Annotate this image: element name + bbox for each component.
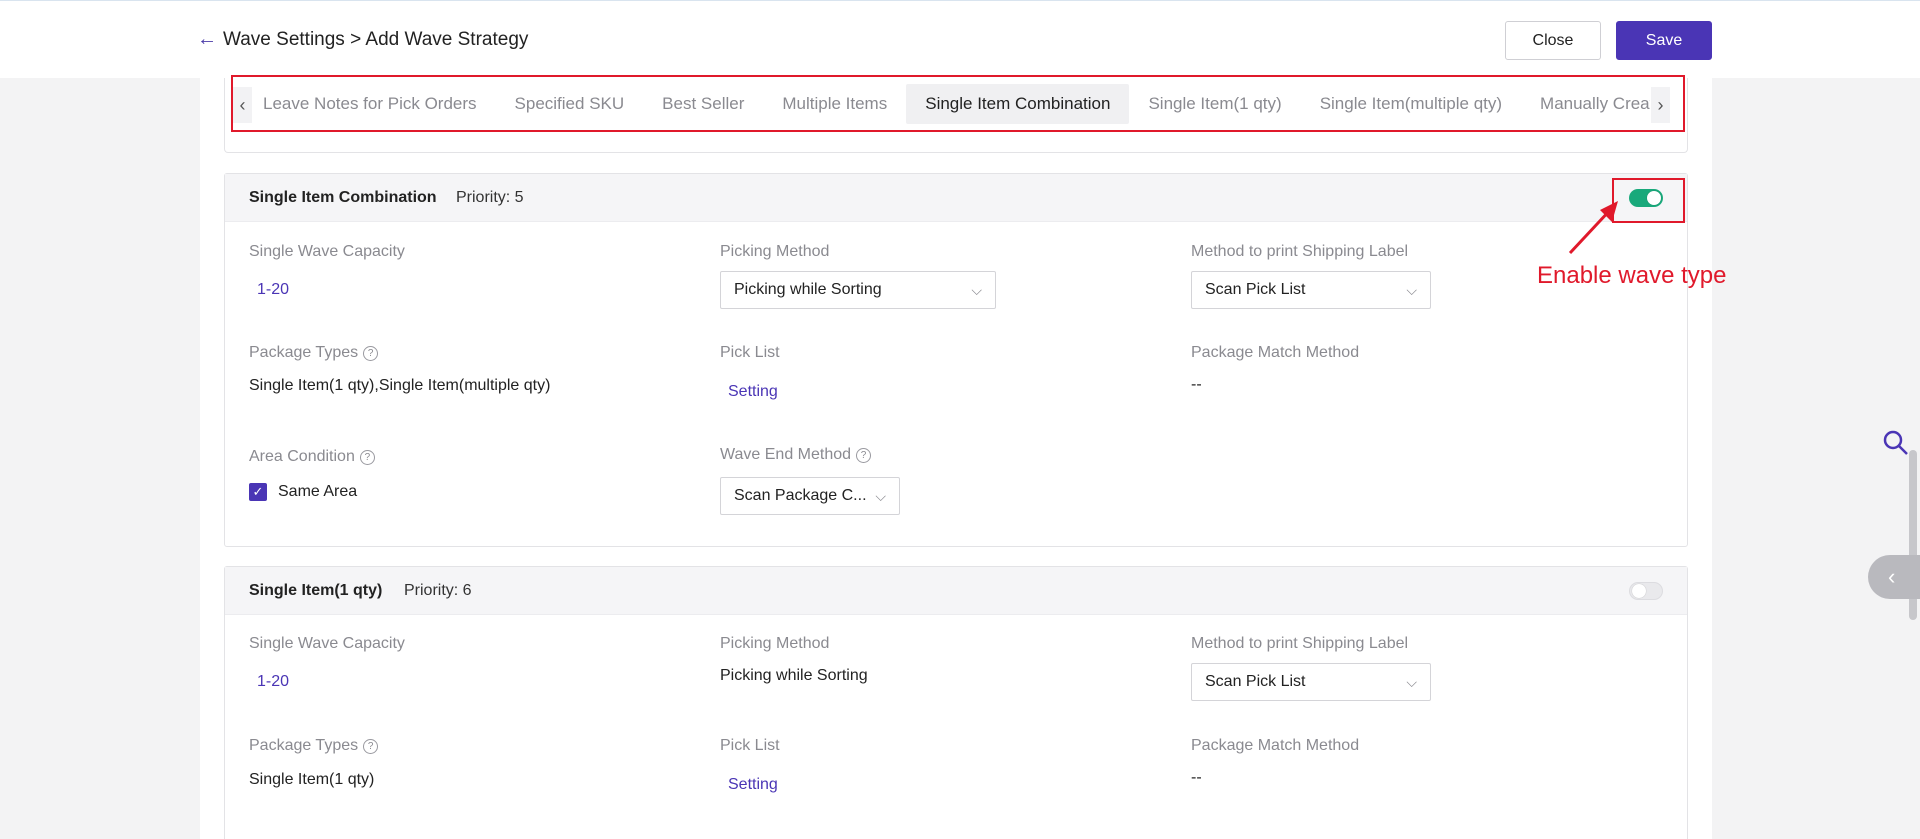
page-title: Wave Settings > Add Wave Strategy — [223, 29, 529, 50]
print-method-select[interactable]: Scan Pick List ⌵ — [1191, 271, 1431, 309]
package-types-label: Package Types? — [249, 737, 379, 755]
area-condition-label: Area Condition? — [249, 448, 375, 466]
same-area-label: Same Area — [278, 483, 358, 500]
chevron-down-icon: ⌵ — [1406, 282, 1417, 298]
wave-card-single-item-combination: Single Item Combination Priority: 5 Sing… — [224, 173, 1688, 547]
capacity-label: Single Wave Capacity — [249, 243, 405, 260]
card-title: Single Item Combination — [249, 189, 437, 206]
toggle-knob — [1632, 584, 1646, 598]
card-priority: Priority: 5 — [456, 189, 524, 206]
picking-method-label: Picking Method — [720, 635, 830, 652]
chevron-down-icon: ⌵ — [1406, 674, 1417, 690]
wave-end-select[interactable]: Scan Package C... ⌵ — [720, 477, 900, 515]
help-icon[interactable]: ? — [363, 345, 379, 361]
card-priority: Priority: 6 — [404, 582, 472, 599]
wave-card-single-item-1-qty: Single Item(1 qty) Priority: 6 Single Wa… — [224, 566, 1688, 839]
print-method-label: Method to print Shipping Label — [1191, 635, 1409, 652]
enable-toggle[interactable] — [1629, 582, 1663, 600]
chevron-down-icon: ⌵ — [875, 488, 886, 504]
print-method-label: Method to print Shipping Label — [1191, 243, 1409, 260]
arrow-left-icon[interactable]: ← — [197, 27, 217, 51]
package-match-label: Package Match Method — [1191, 737, 1360, 754]
capacity-label: Single Wave Capacity — [249, 635, 405, 652]
package-match-label: Package Match Method — [1191, 344, 1360, 361]
top-bar: ← Wave Settings > Add Wave Strategy Clos… — [0, 0, 1920, 78]
package-match-value: -- — [1191, 769, 1202, 786]
card-header: Single Item Combination Priority: 5 — [225, 174, 1687, 222]
pick-list-setting-link[interactable]: Setting — [728, 776, 778, 794]
help-icon[interactable]: ? — [363, 738, 379, 754]
annotation-arrow-icon — [1568, 201, 1618, 255]
package-match-value: -- — [1191, 376, 1202, 393]
tabs-highlight-box — [231, 75, 1685, 132]
same-area-checkbox[interactable]: ✓ — [249, 483, 267, 501]
package-types-value: Single Item(1 qty) — [249, 771, 375, 788]
card-header: Single Item(1 qty) Priority: 6 — [225, 567, 1687, 615]
pick-list-label: Pick List — [720, 344, 780, 361]
annotation-label: Enable wave type — [1537, 262, 1727, 289]
pick-list-label: Pick List — [720, 737, 780, 754]
card-title: Single Item(1 qty) — [249, 582, 383, 599]
package-types-label: Package Types? — [249, 344, 379, 362]
print-method-select[interactable]: Scan Pick List ⌵ — [1191, 663, 1431, 701]
close-button[interactable]: Close — [1505, 21, 1601, 60]
package-types-value: Single Item(1 qty),Single Item(multiple … — [249, 377, 551, 394]
capacity-value[interactable]: 1-20 — [257, 673, 289, 691]
chevron-down-icon: ⌵ — [971, 282, 982, 298]
capacity-value[interactable]: 1-20 — [257, 281, 289, 299]
picking-method-label: Picking Method — [720, 243, 830, 260]
picking-method-select[interactable]: Picking while Sorting ⌵ — [720, 271, 996, 309]
search-icon[interactable] — [1882, 429, 1910, 457]
chevron-left-icon: ‹ — [1888, 564, 1896, 589]
help-icon[interactable]: ? — [359, 449, 375, 465]
save-button[interactable]: Save — [1616, 21, 1712, 60]
picking-method-value: Picking while Sorting — [720, 667, 868, 684]
help-icon[interactable]: ? — [856, 447, 872, 463]
wave-end-label: Wave End Method? — [720, 446, 872, 464]
collapse-panel-button[interactable]: ‹ — [1868, 555, 1920, 599]
pick-list-setting-link[interactable]: Setting — [728, 383, 778, 401]
